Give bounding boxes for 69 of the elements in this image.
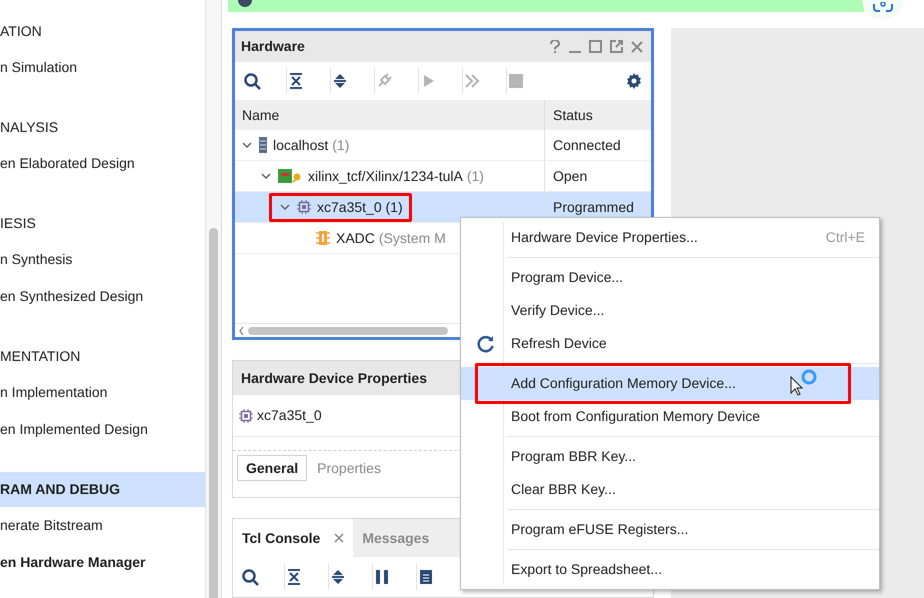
menu-item[interactable]: Program BBR Key... [461, 440, 879, 473]
sidebar-item[interactable]: en Implemented Design [0, 411, 206, 448]
sidebar-item[interactable]: n Synthesis [0, 241, 206, 278]
menu-item[interactable]: Clear BBR Key... [461, 473, 879, 506]
panel-title: Hardware [241, 37, 305, 56]
close-icon[interactable] [631, 40, 643, 52]
scan-icon [872, 2, 894, 14]
node-label: XADC [336, 228, 375, 248]
device-name: xc7a35t_0 [257, 406, 322, 425]
xadc-block-icon [316, 230, 330, 246]
tab[interactable]: Tcl Console [233, 519, 354, 557]
chevron-down-icon[interactable] [280, 204, 290, 210]
node-label: xilinx_tcf/Xilinx/1234-tulA [308, 166, 463, 186]
chevron-down-icon[interactable] [261, 173, 271, 179]
sidebar-item[interactable]: nerate Bitstream [0, 507, 206, 544]
column-header[interactable]: Status [545, 100, 651, 130]
search-icon[interactable] [241, 568, 259, 586]
chip-icon [297, 200, 311, 214]
pause-icon[interactable] [373, 568, 391, 586]
menu-item[interactable]: Export to Spreadsheet... [461, 553, 879, 586]
panel-title: Hardware Device Properties [241, 368, 427, 388]
sidebar-item[interactable]: n Simulation [0, 49, 206, 86]
search-icon[interactable] [243, 72, 261, 90]
node-count: (System M [378, 228, 446, 248]
chevron-down-icon[interactable] [242, 142, 252, 148]
close-icon[interactable] [334, 533, 344, 543]
scrollbar-thumb[interactable] [209, 228, 218, 598]
server-icon [259, 137, 267, 153]
float-window-icon[interactable] [610, 40, 623, 53]
status-text: Open [553, 166, 588, 186]
sidebar-item[interactable]: en Elaborated Design [0, 145, 206, 182]
node-label: xc7a35t_0 (1) [317, 198, 403, 217]
tab[interactable]: General [237, 455, 308, 481]
expand-all-icon[interactable] [331, 72, 349, 90]
node-label: localhost [273, 136, 328, 154]
section-header[interactable]: NALYSIS [0, 110, 206, 145]
help-icon[interactable] [549, 40, 561, 54]
document-icon[interactable] [417, 568, 435, 586]
settings-icon[interactable] [625, 72, 643, 90]
collapse-all-icon[interactable] [287, 72, 305, 90]
info-icon [238, 0, 252, 7]
menu-item[interactable]: Program eFUSE Registers... [461, 513, 879, 546]
shortcut-text: Ctrl+E [826, 228, 865, 247]
sidebar-item[interactable]: en Hardware Manager [0, 544, 206, 581]
column-header[interactable]: Name [235, 100, 545, 130]
chip-icon [239, 408, 253, 422]
board-icon [278, 169, 302, 183]
menu-item[interactable]: Program Device... [461, 261, 879, 294]
tree-row[interactable]: xc7a35t_0 (1) Programmed [235, 192, 651, 223]
status-text: Connected [553, 136, 621, 154]
scroll-left-icon[interactable] [239, 326, 244, 334]
tree-row[interactable]: localhost (1) Connected [235, 130, 651, 161]
section-header[interactable]: IESIS [0, 206, 206, 241]
sidebar-item[interactable]: en Synthesized Design [0, 278, 206, 315]
menu-item[interactable]: Verify Device... [461, 294, 879, 327]
node-count: (1) [466, 166, 484, 186]
section-header[interactable]: MENTATION [0, 339, 206, 374]
menu-item[interactable]: Boot from Configuration Memory Device [461, 400, 879, 433]
scrollbar-thumb[interactable] [248, 326, 448, 334]
status-text: Programmed [553, 198, 634, 217]
maximize-icon[interactable] [589, 40, 602, 53]
refresh-icon [477, 334, 495, 352]
sidebar-item[interactable]: n Implementation [0, 374, 206, 411]
expand-all-icon[interactable] [329, 568, 347, 586]
collapse-all-icon[interactable] [285, 568, 303, 586]
section-header[interactable]: ATION [0, 14, 206, 49]
section-header[interactable]: RAM AND DEBUG [0, 472, 206, 507]
node-count: (1) [332, 136, 350, 155]
menu-item[interactable]: Refresh Device [461, 327, 879, 360]
